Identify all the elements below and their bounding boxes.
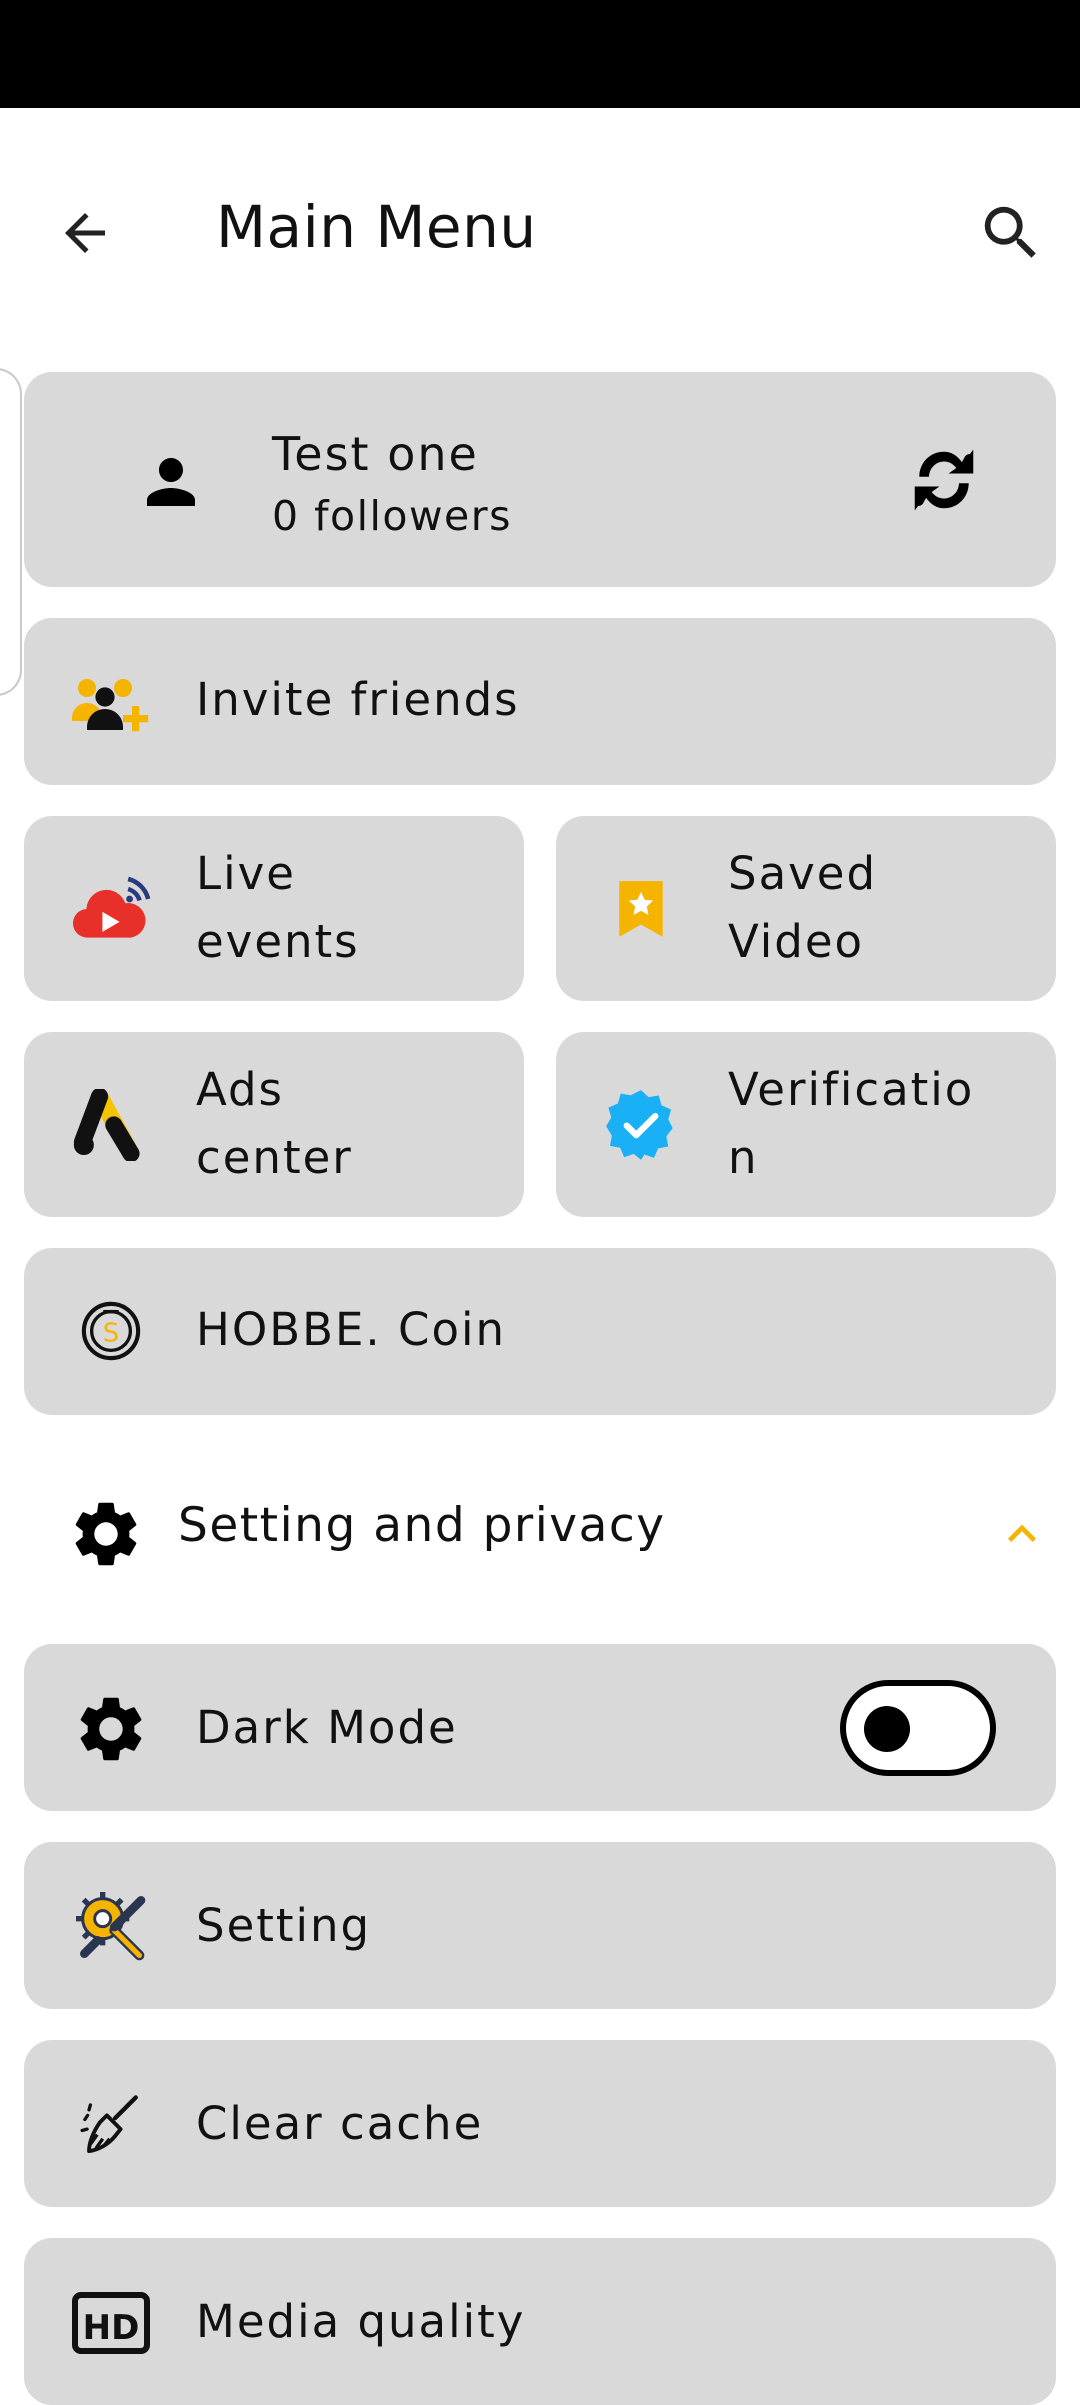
back-button[interactable] — [40, 188, 130, 278]
ads-center-label-line1: Ads — [196, 1063, 285, 1116]
search-icon — [984, 206, 1036, 258]
coin-icon: S — [66, 1286, 156, 1376]
broom-icon — [66, 2080, 156, 2170]
dark-mode-gear-icon — [66, 1684, 156, 1774]
invite-friends-item[interactable]: Invite friends — [24, 618, 1056, 785]
live-events-item[interactable]: Live events — [24, 816, 524, 1001]
live-events-label-line1: Live — [196, 847, 296, 900]
dark-mode-item: Dark Mode — [24, 1644, 1056, 1811]
clear-cache-label: Clear cache — [196, 2097, 484, 2150]
verified-badge-icon — [596, 1080, 686, 1170]
group-add-icon — [66, 658, 156, 748]
bookmark-star-icon — [596, 864, 686, 954]
toggle-knob — [864, 1706, 910, 1752]
verification-label-line2: n — [728, 1131, 759, 1184]
live-cloud-icon — [66, 864, 156, 954]
ads-center-label-line2: center — [196, 1131, 353, 1184]
hobbe-coin-label: HOBBE. Coin — [196, 1303, 507, 1356]
coin-symbol: S — [103, 1318, 119, 1348]
invite-friends-label: Invite friends — [196, 673, 520, 726]
hd-badge-text: HD — [83, 2308, 140, 2348]
verification-item[interactable]: Verificatio n — [556, 1032, 1056, 1217]
hobbe-coin-item[interactable]: S HOBBE. Coin — [24, 1248, 1056, 1415]
verification-label-line1: Verificatio — [728, 1063, 975, 1116]
settings-privacy-header[interactable]: Setting and privacy — [0, 1470, 1080, 1590]
media-quality-label: Media quality — [196, 2295, 526, 2348]
media-quality-item[interactable]: HD Media quality — [24, 2238, 1056, 2405]
live-events-label-line2: events — [196, 915, 360, 968]
app-bar: Main Menu — [0, 108, 1080, 348]
saved-video-label-line2: Video — [728, 915, 865, 968]
profile-name: Test one — [272, 427, 479, 481]
page-title: Main Menu — [216, 193, 537, 261]
arrow-left-icon — [65, 213, 105, 253]
tools-gear-icon — [66, 1882, 156, 1972]
profile-followers: 0 followers — [272, 492, 512, 540]
ads-center-item[interactable]: Ads center — [24, 1032, 524, 1217]
google-ads-icon — [66, 1080, 156, 1170]
search-button[interactable] — [966, 188, 1056, 278]
dark-mode-label: Dark Mode — [196, 1701, 458, 1754]
status-bar — [0, 0, 1080, 108]
saved-video-label-line1: Saved — [728, 847, 878, 900]
setting-item[interactable]: Setting — [24, 1842, 1056, 2009]
chevron-up-icon[interactable] — [980, 1492, 1064, 1576]
profile-card[interactable]: Test one 0 followers — [24, 372, 1056, 587]
sync-icon[interactable] — [894, 430, 994, 530]
person-icon — [126, 437, 216, 527]
saved-video-item[interactable]: Saved Video — [556, 816, 1056, 1001]
hd-icon: HD — [66, 2278, 156, 2368]
clear-cache-item[interactable]: Clear cache — [24, 2040, 1056, 2207]
setting-label: Setting — [196, 1899, 372, 1952]
gear-icon — [64, 1492, 148, 1576]
settings-privacy-title: Setting and privacy — [178, 1498, 666, 1553]
side-drawer-handle[interactable] — [0, 368, 22, 696]
dark-mode-toggle[interactable] — [840, 1680, 996, 1776]
